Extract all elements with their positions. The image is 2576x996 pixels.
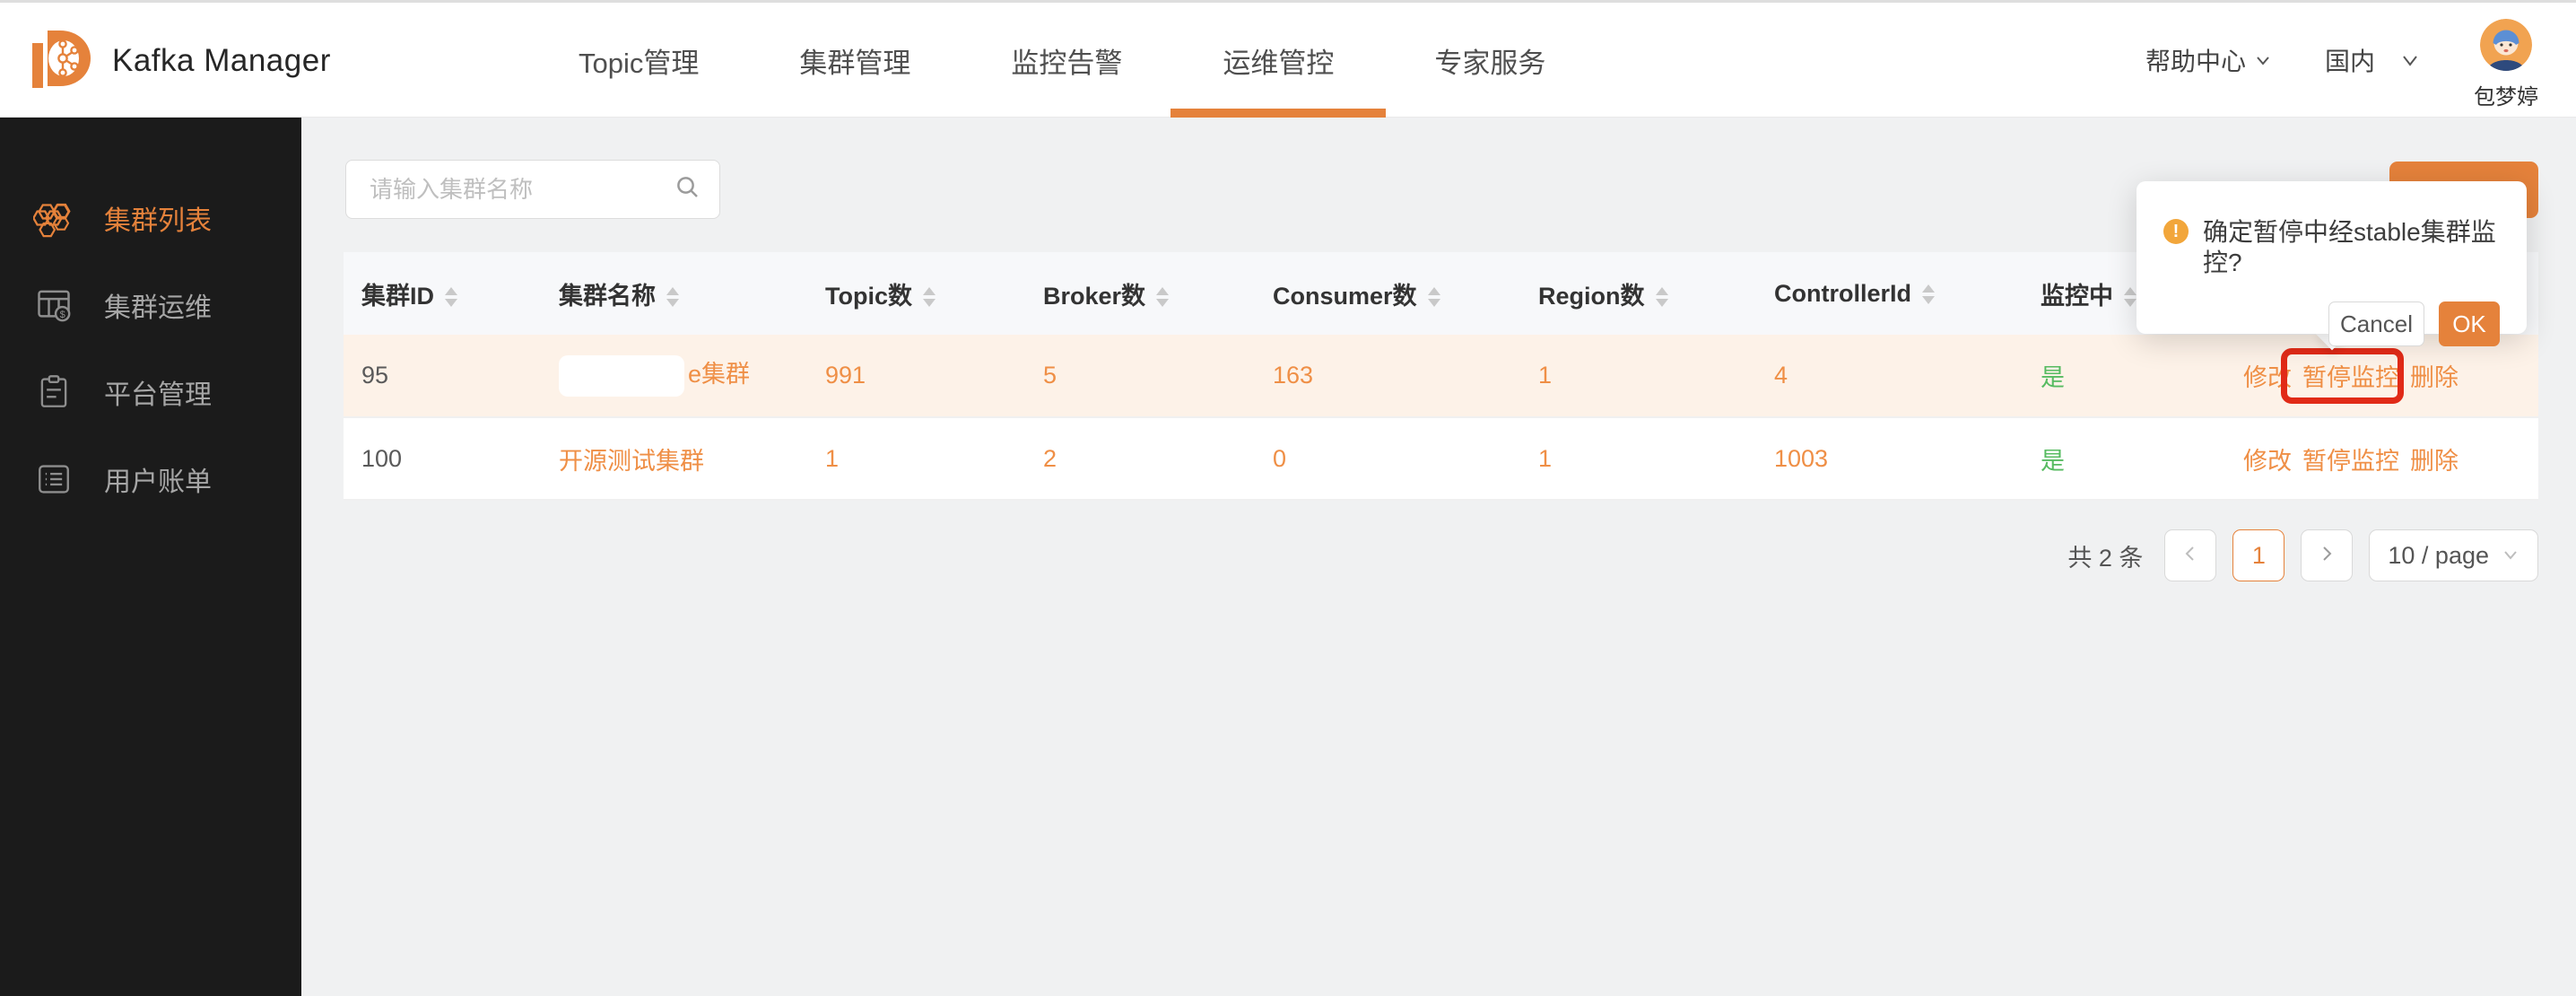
sidebar: 集群列表 $ 集群运维 平台管理 用户账单 [0,118,301,996]
sidebar-item-user-billing[interactable]: 用户账单 [0,435,301,522]
sort-icon[interactable] [923,287,936,308]
cell-cluster-id: 95 [344,335,541,418]
bill-list-icon [33,459,74,500]
cell-actions: 修改 暂停监控 删除 [2225,417,2538,501]
prev-page-button[interactable] [2164,529,2217,581]
warning-icon: ! [2163,219,2189,244]
popconfirm-message: 确定暂停中经stable集群监控? [2203,218,2496,276]
sidebar-item-label: 集群列表 [104,205,212,236]
cell-region-count: 1 [1520,335,1756,418]
sidebar-item-label: 平台管理 [104,380,212,410]
column-header-cluster-id[interactable]: 集群ID [344,252,541,335]
sort-icon[interactable] [1922,284,1935,305]
chevron-down-icon [2398,48,2422,72]
honeycomb-icon [33,197,74,239]
sort-icon[interactable] [1655,287,1668,308]
cell-monitoring-status: 是 [2023,417,2225,501]
cancel-button[interactable]: Cancel [2328,301,2424,346]
chevron-left-icon [2180,544,2200,568]
page-size-select[interactable]: 10 / page [2369,529,2538,581]
main-nav: Topic管理 集群管理 监控告警 运维管控 专家服务 [579,3,1545,118]
nav-expert-service[interactable]: 专家服务 [1434,3,1545,118]
page-1-button[interactable]: 1 [2232,529,2285,581]
pause-monitoring-link[interactable]: 暂停监控 [2302,448,2399,475]
top-bar-right: 帮助中心 国内 包梦婷 [2145,3,2538,118]
chevron-right-icon [2317,544,2337,568]
main-content: 集群ID 集群名称 Topic数 Broker数 Consumer数 Regio… [301,118,2576,996]
cell-cluster-id: 100 [344,417,541,501]
cell-broker-count: 5 [1025,335,1255,418]
modify-link[interactable]: 修改 [2243,448,2292,475]
nav-monitoring-alerts[interactable]: 监控告警 [1011,3,1122,118]
sidebar-item-label: 集群运维 [104,293,212,323]
kafka-manager-logo-icon [30,25,96,96]
cell-broker-count: 2 [1025,417,1255,501]
cell-controller-id: 4 [1756,335,2023,418]
column-header-consumer-count[interactable]: Consumer数 [1255,252,1520,335]
column-header-topic-count[interactable]: Topic数 [807,252,1025,335]
cell-cluster-name: e集群 [541,335,807,418]
cluster-name-link[interactable]: 开源测试集群 [559,448,704,475]
cell-consumer-count: 163 [1255,335,1520,418]
pagination: 共 2 条 1 10 / page [2067,529,2538,581]
cell-cluster-name: 开源测试集群 [541,417,807,501]
table-coin-icon: $ [33,284,74,326]
red-annotation-box [2281,348,2404,404]
table-row-cluster-95: 95 e集群 991 5 163 1 4 是 修改 暂停监控 删除 [344,335,2538,418]
search-icon[interactable] [674,174,701,205]
table-row-cluster-100: 100 开源测试集群 1 2 0 1 1003 是 修改 暂停监控 删除 [344,417,2538,501]
delete-link[interactable]: 删除 [2410,448,2459,475]
sort-icon[interactable] [2124,287,2137,308]
user-name: 包梦婷 [2474,85,2538,109]
cluster-name-link[interactable]: e集群 [688,361,750,388]
region-selector[interactable]: 国内 [2325,42,2422,78]
cluster-search-box [345,160,720,219]
pause-monitoring-popconfirm: ! 确定暂停中经stable集群监控? Cancel OK [2137,181,2527,346]
sort-icon[interactable] [1427,287,1440,308]
nav-topic-management[interactable]: Topic管理 [579,3,699,118]
sidebar-item-cluster-ops[interactable]: $ 集群运维 [0,261,301,348]
pagination-total: 共 2 条 [2067,544,2144,572]
cell-region-count: 1 [1520,417,1756,501]
column-header-region-count[interactable]: Region数 [1520,252,1756,335]
user-menu[interactable]: 包梦婷 [2474,19,2538,110]
nav-ops-control[interactable]: 运维管控 [1171,3,1387,118]
help-center-menu[interactable]: 帮助中心 [2145,42,2273,78]
sidebar-item-cluster-list[interactable]: 集群列表 [0,174,301,261]
chevron-down-icon [2502,542,2519,570]
clipboard-icon [33,371,74,413]
delete-link[interactable]: 删除 [2410,364,2459,391]
sidebar-item-platform-management[interactable]: 平台管理 [0,348,301,435]
cell-consumer-count: 0 [1255,417,1520,501]
active-tab-underline [1171,109,1387,118]
sort-icon[interactable] [445,287,457,308]
sidebar-item-label: 用户账单 [104,467,212,497]
avatar[interactable] [2480,19,2532,75]
svg-text:$: $ [60,309,65,319]
ok-button[interactable]: OK [2439,301,2500,346]
column-header-controller-id[interactable]: ControllerId [1756,252,2023,335]
brand: Kafka Manager [30,25,331,96]
top-bar: Kafka Manager Topic管理 集群管理 监控告警 运维管控 专家服… [0,0,2576,118]
sort-icon[interactable] [666,287,679,308]
cluster-search-input[interactable] [368,174,674,205]
redacted-blob [559,354,684,397]
app-title: Kafka Manager [112,42,331,78]
cell-topic-count: 991 [807,335,1025,418]
column-header-broker-count[interactable]: Broker数 [1025,252,1255,335]
chevron-down-icon [2253,50,2273,70]
cell-topic-count: 1 [807,417,1025,501]
cell-monitoring-status: 是 [2023,335,2225,418]
nav-cluster-management[interactable]: 集群管理 [799,3,910,118]
sort-icon[interactable] [1156,287,1170,308]
column-header-cluster-name[interactable]: 集群名称 [541,252,807,335]
cell-controller-id: 1003 [1756,417,2023,501]
next-page-button[interactable] [2301,529,2354,581]
kafka-manager-app: Kafka Manager Topic管理 集群管理 监控告警 运维管控 专家服… [0,0,2576,996]
